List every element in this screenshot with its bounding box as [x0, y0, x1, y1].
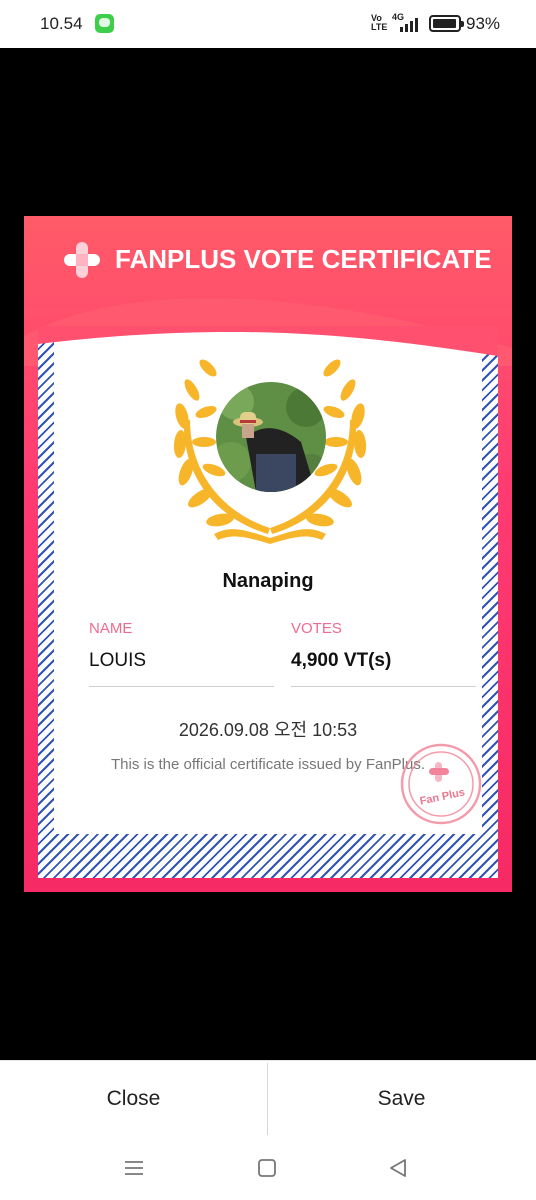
votes-label: VOTES [291, 620, 342, 637]
vote-certificate: FANPLUS VOTE CERTIFICATE Nanaping NAME L… [24, 216, 512, 892]
home-icon[interactable] [253, 1154, 281, 1182]
dialog-button-bar: Close Save [0, 1060, 536, 1136]
status-bar: 10.54 Vo LTE 4G 93% [0, 0, 536, 48]
close-button[interactable]: Close [0, 1061, 267, 1137]
certificate-paper: Nanaping NAME LOUIS VOTES 4,900 VT(s) 20… [38, 326, 498, 878]
paper-top-curve [38, 326, 498, 356]
signal-icon [400, 18, 420, 32]
votes-divider [291, 686, 476, 687]
save-button[interactable]: Save [268, 1061, 535, 1137]
fanplus-stamp: Fan Plus [400, 743, 482, 825]
name-value: LOUIS [89, 650, 147, 671]
menu-icon[interactable] [120, 1154, 148, 1182]
fanplus-logo-icon [64, 242, 100, 278]
system-nav-bar [0, 1136, 536, 1200]
profile-photo [216, 382, 326, 492]
name-divider [89, 686, 274, 687]
clock: 10.54 [40, 14, 83, 33]
supporter-name: Nanaping [222, 570, 314, 592]
back-icon[interactable] [384, 1154, 412, 1182]
name-label: NAME [89, 620, 133, 637]
certificate-content: Nanaping NAME LOUIS VOTES 4,900 VT(s) 20… [54, 326, 482, 834]
volte-icon: Vo LTE [371, 13, 388, 32]
stamp-text: Fan Plus [419, 786, 466, 807]
battery-percent: 93% [466, 14, 501, 33]
votes-value: 4,900 VT(s) [291, 650, 392, 671]
issue-date: 2026.09.08 오전 10:53 [178, 720, 358, 740]
battery-icon [429, 15, 464, 32]
certificate-title: FANPLUS VOTE CERTIFICATE [115, 244, 492, 274]
messages-notification-icon [95, 14, 114, 33]
